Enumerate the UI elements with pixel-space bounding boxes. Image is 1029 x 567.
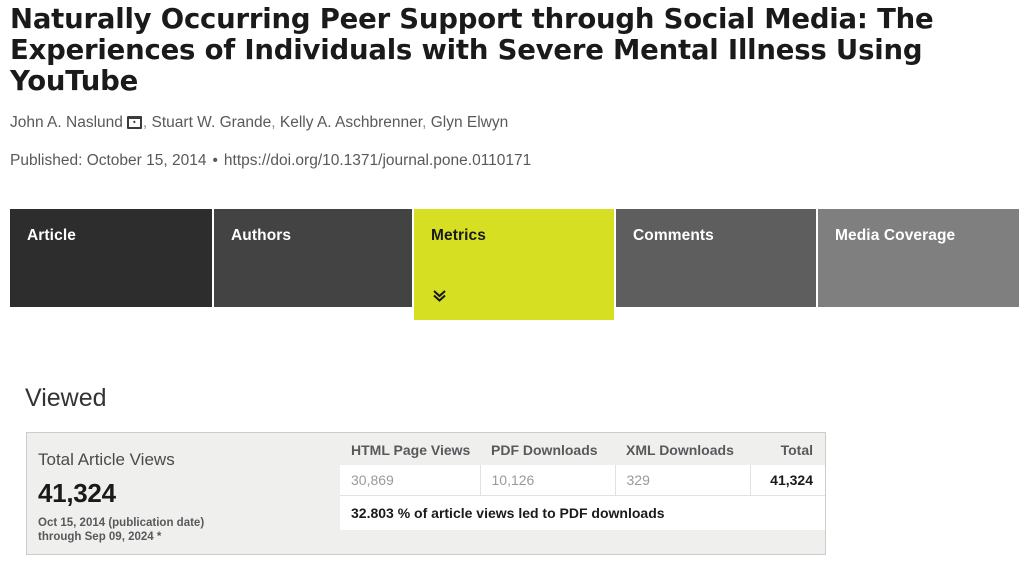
tab-authors-label: Authors	[231, 227, 292, 244]
article-metrics-page: Naturally Occurring Peer Support through…	[0, 0, 1029, 567]
publication-info: Published: October 15, 2014 • https://doi.…	[10, 133, 1019, 171]
table-row: 30,869 10,126 329 41,324	[340, 465, 825, 496]
table-header-row: HTML Page Views PDF Downloads XML Downlo…	[340, 433, 825, 465]
table-footnote-row: 32.803 % of article views led to PDF dow…	[340, 495, 825, 530]
date-range: Oct 15, 2014 (publication date) through …	[38, 508, 340, 544]
total-article-views-panel: Total Article Views 41,324 Oct 15, 2014 …	[26, 432, 826, 555]
author-name-1[interactable]: Stuart W. Grande	[152, 114, 272, 131]
viewed-section-heading: Viewed	[25, 384, 107, 412]
total-article-views-label: Total Article Views	[38, 450, 175, 469]
tab-article-label: Article	[27, 227, 76, 244]
total-views-summary: Total Article Views 41,324 Oct 15, 2014 …	[27, 433, 340, 554]
column-header-xml-downloads: XML Downloads	[615, 433, 750, 465]
column-header-pdf-downloads: PDF Downloads	[480, 433, 615, 465]
published-date: Published: October 15, 2014	[10, 152, 207, 169]
tab-metrics-label: Metrics	[431, 227, 486, 244]
article-nav-tabs: Article Authors Metrics Comments Media C…	[10, 209, 1019, 321]
bullet-separator: •	[212, 152, 218, 169]
tab-comments[interactable]: Comments	[616, 209, 816, 307]
column-header-html-page-views: HTML Page Views	[340, 433, 480, 465]
views-breakdown-table: HTML Page Views PDF Downloads XML Downlo…	[340, 433, 825, 530]
author-name-2[interactable]: Kelly A. Aschbrenner	[280, 114, 422, 131]
page-title: Naturally Occurring Peer Support through…	[10, 3, 934, 97]
date-range-line-2: through Sep 09, 2024 *	[38, 531, 162, 543]
envelope-icon[interactable]	[126, 116, 142, 129]
tab-media-coverage-label: Media Coverage	[835, 227, 956, 244]
author-name-3[interactable]: Glyn Elwyn	[431, 114, 509, 131]
date-range-line-1: Oct 15, 2014 (publication date)	[38, 517, 205, 529]
tab-metrics[interactable]: Metrics	[414, 209, 614, 320]
total-article-views-value: 41,324	[38, 478, 116, 508]
cell-xml-downloads: 329	[615, 465, 751, 496]
tab-authors[interactable]: Authors	[214, 209, 412, 307]
double-chevron-down-icon	[431, 287, 448, 304]
article-header: Naturally Occurring Peer Support through…	[10, 4, 1019, 171]
column-header-total: Total	[750, 433, 825, 465]
pdf-conversion-note: 32.803 % of article views led to PDF dow…	[340, 495, 825, 530]
cell-html-page-views: 30,869	[340, 465, 481, 496]
tab-comments-label: Comments	[633, 227, 714, 244]
author-list: John A. Naslund, Stuart W. Grande, Kelly…	[10, 114, 509, 131]
tab-media-coverage[interactable]: Media Coverage	[818, 209, 1019, 307]
doi-link[interactable]: https://doi.org/10.1371/journal.pone.011…	[224, 152, 531, 169]
tab-article[interactable]: Article	[10, 209, 212, 307]
cell-total: 41,324	[750, 465, 825, 496]
author-name-0[interactable]: John A. Naslund	[10, 114, 123, 131]
cell-pdf-downloads: 10,126	[480, 465, 616, 496]
